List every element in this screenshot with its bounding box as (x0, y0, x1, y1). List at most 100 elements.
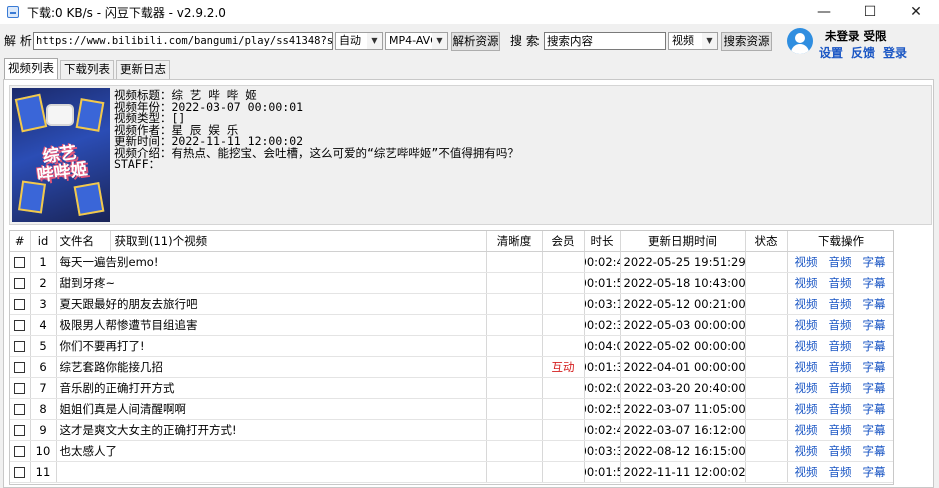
download-subtitle-link[interactable]: 字幕 (863, 339, 886, 353)
row-updated: 2022-05-25 19:51:29 (620, 251, 746, 273)
row-checkbox[interactable] (14, 382, 26, 394)
col-id[interactable]: id (30, 231, 57, 252)
col-select[interactable]: # (10, 231, 31, 252)
download-audio-link[interactable]: 音频 (829, 297, 852, 311)
row-filename: 音乐剧的正确打开方式 (56, 377, 487, 399)
download-audio-link[interactable]: 音频 (829, 339, 852, 353)
settings-link[interactable]: 设置 (819, 44, 843, 61)
row-checkbox[interactable] (14, 319, 26, 331)
download-audio-link[interactable]: 音频 (829, 255, 852, 269)
download-video-link[interactable]: 视频 (795, 360, 818, 374)
download-subtitle-link[interactable]: 字幕 (863, 402, 886, 416)
download-subtitle-link[interactable]: 字幕 (863, 255, 886, 269)
tab-changelog[interactable]: 更新日志 (116, 60, 170, 79)
table-row[interactable]: 7音乐剧的正确打开方式 00:02:082022-03-20 20:40:00 视频… (10, 377, 893, 399)
col-actions[interactable]: 下载操作 (787, 231, 893, 252)
col-status[interactable]: 状态 (745, 231, 788, 252)
row-checkbox[interactable] (14, 298, 26, 310)
download-video-link[interactable]: 视频 (795, 465, 818, 479)
download-video-link[interactable]: 视频 (795, 255, 818, 269)
row-status (745, 272, 788, 294)
feedback-link[interactable]: 反馈 (851, 44, 875, 61)
download-audio-link[interactable]: 音频 (829, 444, 852, 458)
row-updated: 2022-05-03 00:00:00 (620, 314, 746, 336)
table-row[interactable]: 6综艺套路你能接几招 互动00:01:372022-04-01 00:00:00 视… (10, 356, 893, 378)
row-filename (56, 461, 487, 483)
download-audio-link[interactable]: 音频 (829, 402, 852, 416)
tab-download-list[interactable]: 下载列表 (60, 60, 114, 79)
download-video-link[interactable]: 视频 (795, 318, 818, 332)
col-filename[interactable]: 文件名 (56, 231, 111, 252)
login-link[interactable]: 登录 (883, 44, 907, 61)
table-row[interactable]: 8姐姐们真是人间清醒啊啊 00:02:502022-03-07 11:05:00 视… (10, 398, 893, 420)
table-row[interactable]: 4极限男人帮惨遭节目组追害 00:02:392022-05-03 00:00:00… (10, 314, 893, 336)
row-duration-cell: 00:01:55 (584, 461, 621, 483)
download-video-link[interactable]: 视频 (795, 339, 818, 353)
row-checkbox[interactable] (14, 340, 26, 352)
download-video-link[interactable]: 视频 (795, 276, 818, 290)
close-button[interactable]: ✕ (893, 0, 939, 24)
parse-button[interactable]: 解析资源 (451, 32, 500, 51)
download-video-link[interactable]: 视频 (795, 402, 818, 416)
col-member[interactable]: 会员 (542, 231, 585, 252)
download-subtitle-link[interactable]: 字幕 (863, 276, 886, 290)
url-input[interactable]: https://www.bilibili.com/bangumi/play/ss… (33, 32, 333, 50)
row-checkbox[interactable] (14, 424, 26, 436)
video-info-box: 综艺 哔哔姬 视频标题：综 艺 哔 哔 姬 视频年份：2022-03-07 00:… (9, 85, 932, 225)
download-subtitle-link[interactable]: 字幕 (863, 318, 886, 332)
download-subtitle-link[interactable]: 字幕 (863, 465, 886, 479)
download-subtitle-link[interactable]: 字幕 (863, 444, 886, 458)
download-subtitle-link[interactable]: 字幕 (863, 360, 886, 374)
download-audio-link[interactable]: 音频 (829, 423, 852, 437)
app-icon (7, 6, 19, 18)
chevron-down-icon: ▼ (432, 33, 447, 49)
quality-select[interactable]: 自动 ▼ (335, 32, 383, 50)
row-duration: 00:01:55 (584, 464, 619, 479)
download-video-link[interactable]: 视频 (795, 423, 818, 437)
search-type-select[interactable]: 视频 ▼ (668, 32, 718, 50)
tab-video-list[interactable]: 视频列表 (4, 58, 58, 79)
download-subtitle-link[interactable]: 字幕 (863, 423, 886, 437)
row-checkbox[interactable] (14, 256, 26, 268)
avatar-icon[interactable] (787, 28, 813, 54)
table-row[interactable]: 11 00:01:552022-11-11 12:00:02 视频音频字幕 (10, 461, 893, 483)
table-row[interactable]: 10也太感人了 00:03:362022-08-12 16:15:00 视频音频字幕 (10, 440, 893, 462)
row-checkbox-cell (10, 293, 31, 315)
download-video-link[interactable]: 视频 (795, 297, 818, 311)
download-audio-link[interactable]: 音频 (829, 465, 852, 479)
table-row[interactable]: 9这才是爽文大女主的正确打开方式! 00:02:462022-03-07 16:1… (10, 419, 893, 441)
row-checkbox[interactable] (14, 466, 26, 478)
col-duration[interactable]: 时长 (584, 231, 621, 252)
row-checkbox-cell (10, 419, 31, 441)
table-row[interactable]: 3夏天跟最好的朋友去旅行吧 00:03:142022-05-12 00:21:00… (10, 293, 893, 315)
download-subtitle-link[interactable]: 字幕 (863, 381, 886, 395)
download-video-link[interactable]: 视频 (795, 444, 818, 458)
download-audio-link[interactable]: 音频 (829, 381, 852, 395)
col-count[interactable]: 获取到(11)个视频 (110, 231, 487, 252)
col-quality[interactable]: 清晰度 (486, 231, 543, 252)
table-row[interactable]: 5你们不要再打了! 00:04:082022-05-02 00:00:00 视频音频… (10, 335, 893, 357)
row-duration-cell: 00:04:08 (584, 335, 621, 357)
download-audio-link[interactable]: 音频 (829, 360, 852, 374)
row-checkbox[interactable] (14, 445, 26, 457)
col-updated[interactable]: 更新日期时间 (620, 231, 746, 252)
row-checkbox[interactable] (14, 277, 26, 289)
row-checkbox[interactable] (14, 403, 26, 415)
codec-select[interactable]: MP4-AVC ▼ (385, 32, 448, 50)
row-actions: 视频 音频 字幕 (787, 398, 893, 420)
download-audio-link[interactable]: 音频 (829, 276, 852, 290)
row-quality (486, 440, 543, 462)
table-row[interactable]: 1每天一遍告别emo! 00:02:482022-05-25 19:51:29 视频… (10, 251, 893, 273)
search-button[interactable]: 搜索资源 (721, 32, 772, 51)
table-row[interactable]: 2甜到牙疼~ 00:01:542022-05-18 10:43:00 视频音频字幕 (10, 272, 893, 294)
download-audio-link[interactable]: 音频 (829, 318, 852, 332)
row-checkbox[interactable] (14, 361, 26, 373)
cover-title-art: 综艺 哔哔姬 (14, 140, 108, 188)
search-input[interactable]: 搜索内容 (544, 32, 666, 50)
minimize-button[interactable]: — (801, 0, 847, 24)
download-subtitle-link[interactable]: 字幕 (863, 297, 886, 311)
maximize-button[interactable]: ☐ (847, 0, 893, 24)
login-status: 未登录 受限 (825, 29, 887, 43)
row-member (542, 398, 585, 420)
download-video-link[interactable]: 视频 (795, 381, 818, 395)
